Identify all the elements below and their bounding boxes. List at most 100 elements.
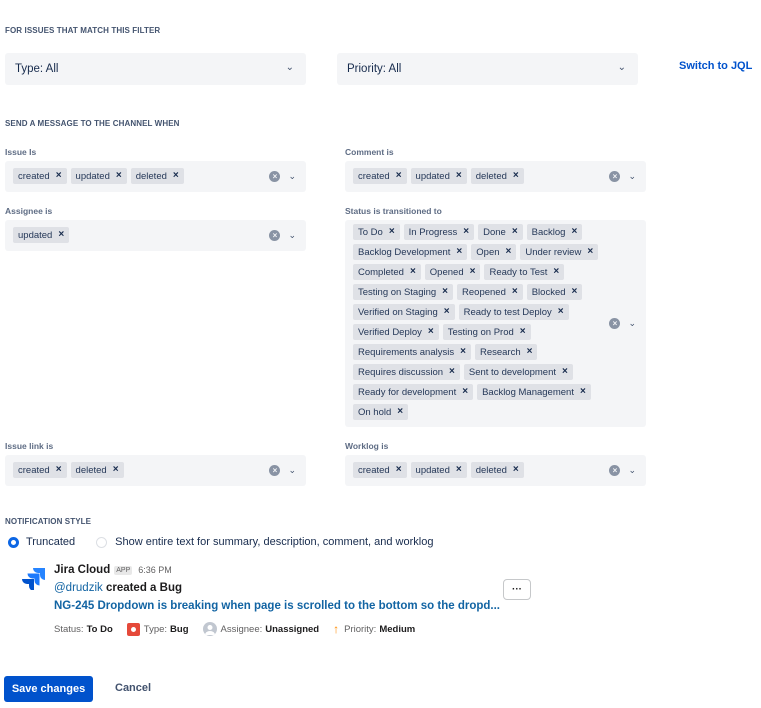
remove-tag-icon[interactable]: ×: [527, 347, 533, 357]
remove-tag-icon[interactable]: ×: [513, 465, 519, 475]
tag-label: Verified on Staging: [358, 306, 438, 318]
tag-label: deleted: [135, 170, 167, 182]
remove-tag-icon[interactable]: ×: [463, 227, 469, 237]
type-select[interactable]: Type: All ⌄: [5, 53, 306, 85]
save-changes-button[interactable]: Save changes: [4, 676, 93, 702]
radio-full-text-label[interactable]: Show entire text for summary, descriptio…: [115, 536, 433, 548]
issue-link[interactable]: NG-245 Dropdown is breaking when page is…: [54, 600, 500, 612]
remove-tag-icon[interactable]: ×: [470, 267, 476, 277]
priority-value: Medium: [379, 623, 416, 635]
remove-tag-icon[interactable]: ×: [506, 247, 512, 257]
tag-label: updated: [415, 170, 450, 182]
remove-tag-icon[interactable]: ×: [449, 367, 455, 377]
remove-tag-icon[interactable]: ×: [397, 407, 403, 417]
remove-tag-icon[interactable]: ×: [396, 465, 402, 475]
status-transitioned-label: Status is transitioned to: [345, 206, 442, 216]
issue-link-is-select[interactable]: created × deleted × × ⌄: [5, 455, 306, 486]
tag-chip: Research ×: [474, 344, 538, 360]
clear-icon[interactable]: ×: [609, 171, 621, 182]
remove-tag-icon[interactable]: ×: [460, 347, 466, 357]
remove-tag-icon[interactable]: ×: [571, 227, 577, 237]
priority-select[interactable]: Priority: All ⌄: [337, 53, 638, 85]
remove-tag-icon[interactable]: ×: [512, 227, 518, 237]
remove-tag-icon[interactable]: ×: [456, 247, 462, 257]
clear-icon[interactable]: ×: [609, 318, 621, 329]
more-icon[interactable]: ···: [503, 579, 531, 600]
cancel-button[interactable]: Cancel: [115, 682, 151, 694]
radio-truncated-label[interactable]: Truncated: [26, 536, 75, 548]
radio-truncated[interactable]: [8, 536, 19, 548]
user-mention[interactable]: @drudzik: [54, 582, 103, 594]
remove-tag-icon[interactable]: ×: [553, 267, 559, 277]
remove-tag-icon[interactable]: ×: [456, 171, 462, 181]
remove-tag-icon[interactable]: ×: [520, 327, 526, 337]
tag-label: deleted: [475, 170, 507, 182]
clear-icon[interactable]: ×: [269, 171, 281, 182]
remove-tag-icon[interactable]: ×: [580, 387, 586, 397]
chevron-down-icon[interactable]: ⌄: [628, 171, 636, 182]
worklog-is-select[interactable]: created × updated × deleted × × ⌄: [345, 455, 646, 486]
remove-tag-icon[interactable]: ×: [462, 387, 468, 397]
type-value: Bug: [170, 623, 189, 635]
comment-is-select[interactable]: created × updated × deleted × × ⌄: [345, 161, 646, 192]
remove-tag-icon[interactable]: ×: [456, 465, 462, 475]
remove-tag-icon[interactable]: ×: [396, 171, 402, 181]
type-select-value: Type: All: [15, 63, 59, 75]
remove-tag-icon[interactable]: ×: [558, 307, 564, 317]
clear-icon[interactable]: ×: [269, 465, 281, 476]
chevron-down-icon[interactable]: ⌄: [628, 465, 636, 476]
remove-tag-icon[interactable]: ×: [116, 171, 122, 181]
remove-tag-icon[interactable]: ×: [512, 287, 518, 297]
remove-tag-icon[interactable]: ×: [173, 171, 179, 181]
issue-link-is-label: Issue link is: [5, 441, 54, 451]
tag-chip: Done ×: [478, 224, 523, 240]
chevron-down-icon: ⌄: [285, 62, 294, 73]
remove-tag-icon[interactable]: ×: [428, 327, 434, 337]
tag-chip: Requires discussion ×: [353, 364, 460, 380]
switch-to-jql-link[interactable]: Switch to JQL: [679, 60, 752, 72]
tag-chip: Sent to development ×: [463, 364, 573, 380]
remove-tag-icon[interactable]: ×: [113, 465, 119, 475]
chevron-down-icon[interactable]: ⌄: [288, 230, 296, 241]
chevron-down-icon[interactable]: ⌄: [628, 318, 636, 329]
tag-label: Opened: [429, 266, 464, 278]
tag-label: deleted: [475, 464, 507, 476]
remove-tag-icon[interactable]: ×: [56, 171, 62, 181]
worklog-is-tags: created × updated × deleted ×: [353, 462, 524, 478]
remove-tag-icon[interactable]: ×: [56, 465, 62, 475]
tag-label: created: [358, 464, 390, 476]
clear-icon[interactable]: ×: [269, 230, 281, 241]
tag-chip: created ×: [13, 168, 67, 184]
tag-label: Ready to Test: [489, 266, 548, 278]
remove-tag-icon[interactable]: ×: [572, 287, 578, 297]
tag-chip: Testing on Staging ×: [353, 284, 454, 300]
tag-chip: Verified on Staging ×: [353, 304, 455, 320]
tag-label: Backlog Development: [358, 246, 451, 258]
action-text: created a Bug: [102, 582, 182, 594]
remove-tag-icon[interactable]: ×: [562, 367, 568, 377]
tag-label: Requires discussion: [358, 366, 444, 378]
tag-label: created: [358, 170, 390, 182]
status-transitioned-select[interactable]: To Do × In Progress × Done × Backlog × Backlog D…: [345, 220, 646, 427]
tag-label: Reopened: [462, 286, 506, 298]
chevron-down-icon[interactable]: ⌄: [288, 465, 296, 476]
remove-tag-icon[interactable]: ×: [410, 267, 416, 277]
tag-label: Backlog: [531, 226, 566, 238]
radio-full-text[interactable]: [96, 536, 108, 548]
issue-is-select[interactable]: created × updated × deleted × × ⌄: [5, 161, 306, 192]
remove-tag-icon[interactable]: ×: [587, 247, 593, 257]
tag-label: Completed: [358, 266, 404, 278]
remove-tag-icon[interactable]: ×: [444, 307, 450, 317]
assignee-is-select[interactable]: updated × × ⌄: [5, 220, 306, 251]
tag-label: created: [18, 464, 50, 476]
chevron-down-icon[interactable]: ⌄: [288, 171, 296, 182]
remove-tag-icon[interactable]: ×: [513, 171, 519, 181]
app-name[interactable]: Jira Cloud: [54, 564, 110, 576]
assignee-label: Assignee:: [220, 623, 263, 635]
remove-tag-icon[interactable]: ×: [58, 230, 64, 240]
clear-icon[interactable]: ×: [609, 465, 621, 476]
remove-tag-icon[interactable]: ×: [442, 287, 448, 297]
remove-tag-icon[interactable]: ×: [389, 227, 395, 237]
type-label: Type:: [143, 623, 168, 635]
tag-label: Verified Deploy: [358, 326, 422, 338]
